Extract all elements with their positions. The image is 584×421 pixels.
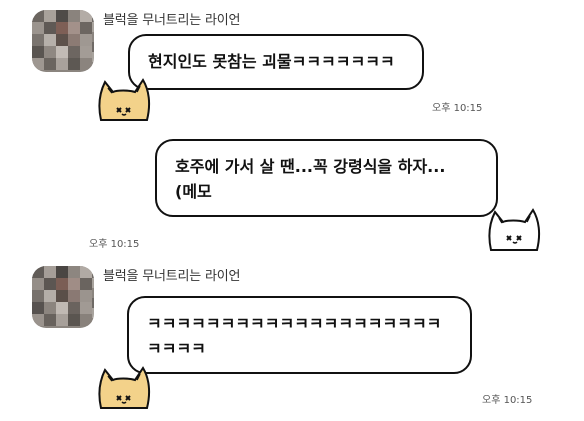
orange-cat-icon xyxy=(95,72,155,126)
white-cat-icon xyxy=(485,202,545,256)
sender-name: 블럭을 무너트리는 라이언 xyxy=(103,13,241,28)
message-text: ㅋㅋㅋㅋㅋㅋㅋㅋㅋㅋㅋㅋㅋㅋㅋㅋㅋㅋㅋㅋ ㅋㅋㅋㅋ xyxy=(147,314,442,358)
message-text: 현지인도 못참는 괴물ㅋㅋㅋㅋㅋㅋㅋ xyxy=(148,52,395,71)
message-text: 호주에 가서 살 땐...꼭 강령식을 하자... (메모 xyxy=(175,157,446,201)
message-bubble-received[interactable]: ㅋㅋㅋㅋㅋㅋㅋㅋㅋㅋㅋㅋㅋㅋㅋㅋㅋㅋㅋㅋ ㅋㅋㅋㅋ xyxy=(127,296,472,374)
avatar[interactable] xyxy=(32,10,94,72)
timestamp: 오후 10:15 xyxy=(89,239,140,250)
orange-cat-icon xyxy=(95,360,155,414)
timestamp: 오후 10:15 xyxy=(482,395,533,406)
timestamp: 오후 10:15 xyxy=(432,103,483,114)
message-bubble-received[interactable]: 현지인도 못참는 괴물ㅋㅋㅋㅋㅋㅋㅋ xyxy=(128,34,424,90)
message-bubble-sent[interactable]: 호주에 가서 살 땐...꼭 강령식을 하자... (메모 xyxy=(155,139,498,217)
sender-name: 블럭을 무너트리는 라이언 xyxy=(103,269,241,284)
avatar[interactable] xyxy=(32,266,94,328)
